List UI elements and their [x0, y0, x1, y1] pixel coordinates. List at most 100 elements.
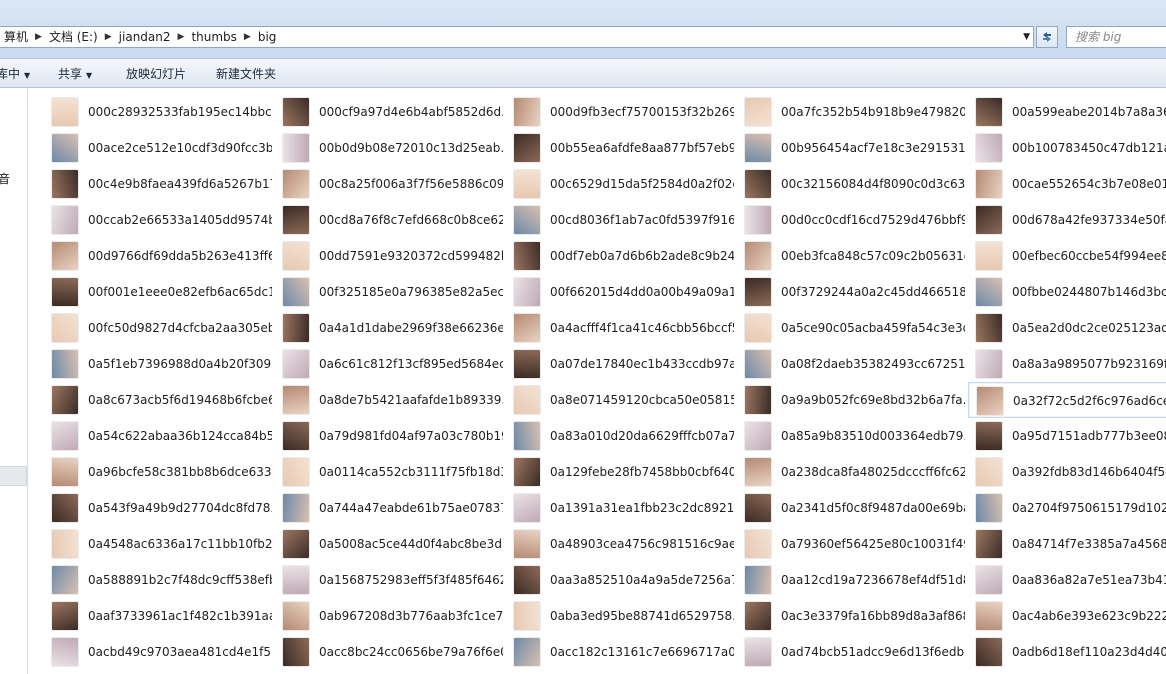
file-item[interactable]: 0a1391a31ea1fbb23c2dc8921...: [506, 490, 734, 526]
file-item[interactable]: 0a4548ac6336a17c11bb10fb2...: [44, 526, 272, 562]
file-item[interactable]: 0a79d981fd04af97a03c780b19...: [275, 418, 503, 454]
breadcrumb-big[interactable]: big: [254, 27, 281, 47]
file-item[interactable]: 0a85a9b83510d003364edb79...: [737, 418, 965, 454]
file-item[interactable]: 000c28932533fab195ec14bbc...: [44, 94, 272, 130]
file-item[interactable]: 0a238dca8fa48025dcccff6fc62...: [737, 454, 965, 490]
file-item[interactable]: 00c6529d15da5f2584d0a2f02c...: [506, 166, 734, 202]
file-item[interactable]: 0a5ce90c05acba459fa54c3e3d...: [737, 310, 965, 346]
file-item[interactable]: 0a744a47eabde61b75ae07837...: [275, 490, 503, 526]
search-input[interactable]: 搜索 big: [1066, 26, 1166, 48]
file-item[interactable]: 0ad74bcb51adcc9e6d13f6edb...: [737, 634, 965, 670]
slideshow-button[interactable]: 放映幻灯片: [126, 65, 186, 82]
file-item[interactable]: 0a9a9b052fc69e8bd32b6a7fa...: [737, 382, 965, 418]
file-item[interactable]: 0a2704f9750615179d102414: [968, 490, 1166, 526]
file-item[interactable]: 0a588891b2c7f48dc9cff538efb...: [44, 562, 272, 598]
file-item[interactable]: 00c4e9b8faea439fd6a5267b17...: [44, 166, 272, 202]
file-item[interactable]: 00c8a25f006a3f7f56e5886c09f...: [275, 166, 503, 202]
organize-menu-button[interactable]: 库中 ▼: [0, 65, 30, 82]
file-item[interactable]: 00cae552654c3b7e08e0102t: [968, 166, 1166, 202]
nav-item-selected[interactable]: [0, 466, 27, 486]
file-item[interactable]: 0acc182c13161c7e6696717a07...: [506, 634, 734, 670]
file-item[interactable]: 0a543f9a49b9d27704dc8fd78...: [44, 490, 272, 526]
file-item[interactable]: 0a4acfff4f1ca41c46cbb56bccf5...: [506, 310, 734, 346]
file-item[interactable]: 0aa3a852510a4a9a5de7256a7...: [506, 562, 734, 598]
file-item[interactable]: 0a129febe28fb7458bb0cbf640...: [506, 454, 734, 490]
file-list[interactable]: 000c28932533fab195ec14bbc... 000cf9a97d4e…: [28, 88, 1166, 674]
breadcrumb-jiandan2[interactable]: jiandan2: [115, 27, 175, 47]
breadcrumb-thumbs[interactable]: thumbs: [187, 27, 240, 47]
file-item[interactable]: 000d9fb3ecf75700153f32b269...: [506, 94, 734, 130]
file-item[interactable]: 00d9766df69dda5b263e413ff6...: [44, 238, 272, 274]
file-item[interactable]: 00d0cc0cdf16cd7529d476bbf9...: [737, 202, 965, 238]
file-item[interactable]: 0a07de17840ec1b433ccdb97a...: [506, 346, 734, 382]
file-item[interactable]: 0a79360ef56425e80c10031f49...: [737, 526, 965, 562]
chevron-right-icon[interactable]: ▶: [241, 27, 254, 47]
file-item[interactable]: 0a5ea2d0dc2ce025123ad83: [968, 310, 1166, 346]
file-item[interactable]: 00a7fc352b54b918b9e479820...: [737, 94, 965, 130]
file-item[interactable]: 0adb6d18ef110a23d4d40d2: [968, 634, 1166, 670]
file-item[interactable]: 00eb3fca848c57c09c2b05631d...: [737, 238, 965, 274]
breadcrumb-drive-e[interactable]: 文档 (E:): [45, 27, 102, 47]
file-item[interactable]: 0a8e071459120cbca50e05815...: [506, 382, 734, 418]
file-item[interactable]: 00cd8a76f8c7efd668c0b8ce62...: [275, 202, 503, 238]
file-item[interactable]: 00c32156084d4f8090c0d3c63f...: [737, 166, 965, 202]
file-item[interactable]: 00df7eb0a7d6b6b2ade8c9b24...: [506, 238, 734, 274]
file-item[interactable]: 00ccab2e66533a1405dd9574b...: [44, 202, 272, 238]
file-item[interactable]: 0a08f2daeb35382493cc67251...: [737, 346, 965, 382]
file-item[interactable]: 0aba3ed95be88741d6529758...: [506, 598, 734, 634]
file-item[interactable]: 0a48903cea4756c981516c9ae...: [506, 526, 734, 562]
share-menu-button[interactable]: 共享 ▼: [58, 65, 92, 82]
file-item[interactable]: 0a5f1eb7396988d0a4b20f309...: [44, 346, 272, 382]
file-item[interactable]: 0acbd49c9703aea481cd4e1f5...: [44, 634, 272, 670]
file-item[interactable]: 00f325185e0a796385e82a5ec2...: [275, 274, 503, 310]
chevron-right-icon[interactable]: ▶: [175, 27, 188, 47]
file-item[interactable]: 00b55ea6afdfe8aa877bf57eb9...: [506, 130, 734, 166]
file-item[interactable]: 0a392fdb83d146b6404f5dd: [968, 454, 1166, 490]
file-item[interactable]: 0acc8bc24cc0656be79a76f6e0...: [275, 634, 503, 670]
file-item[interactable]: 000cf9a97d4e6b4abf5852d6d...: [275, 94, 503, 130]
new-folder-button[interactable]: 新建文件夹: [216, 65, 276, 82]
file-item[interactable]: 0ac3e3379fa16bb89d8a3af868...: [737, 598, 965, 634]
chevron-right-icon[interactable]: ▶: [102, 27, 115, 47]
file-item[interactable]: 00dd7591e9320372cd599482b...: [275, 238, 503, 274]
file-item[interactable]: 0a0114ca552cb3111f75fb18d3...: [275, 454, 503, 490]
file-item[interactable]: 0a6c61c812f13cf895ed5684ec...: [275, 346, 503, 382]
file-item[interactable]: 0a83a010d20da6629fffcb07a7...: [506, 418, 734, 454]
chevron-right-icon[interactable]: ▶: [32, 27, 45, 47]
file-item[interactable]: 00fbbe0244807b146d3bcb6: [968, 274, 1166, 310]
file-item[interactable]: 00efbec60ccbe54f994ee812: [968, 238, 1166, 274]
navigation-pane[interactable]: 音: [0, 88, 28, 674]
file-item[interactable]: 0aaf3733961ac1f482c1b391aa...: [44, 598, 272, 634]
nav-item-label[interactable]: 音: [0, 170, 10, 187]
file-item[interactable]: 0aa836a82a7e51ea73b4163: [968, 562, 1166, 598]
address-bar[interactable]: 算机 ▶ 文档 (E:) ▶ jiandan2 ▶ thumbs ▶ big ▼: [0, 26, 1034, 48]
file-item[interactable]: 00f3729244a0a2c45dd466518...: [737, 274, 965, 310]
file-item[interactable]: 00b0d9b08e72010c13d25eab...: [275, 130, 503, 166]
file-item[interactable]: 00a599eabe2014b7a8a364d: [968, 94, 1166, 130]
file-item[interactable]: 0ab967208d3b776aab3fc1ce7...: [275, 598, 503, 634]
file-item[interactable]: 0a1568752983eff5f3f485f6462f...: [275, 562, 503, 598]
file-item[interactable]: 0a32f72c5d2f6c976ad6cef5b: [968, 382, 1166, 418]
file-item[interactable]: 0a95d7151adb777b3ee0832: [968, 418, 1166, 454]
file-item[interactable]: 0a8a3a9895077b923169f382: [968, 346, 1166, 382]
chevron-down-icon[interactable]: ▼: [1023, 27, 1030, 47]
file-item[interactable]: 0a96bcfe58c381bb8b6dce633...: [44, 454, 272, 490]
file-item[interactable]: 00b100783450c47db121a7f: [968, 130, 1166, 166]
file-item[interactable]: 00f662015d4dd0a00b49a09a1...: [506, 274, 734, 310]
file-item[interactable]: 00ace2ce512e10cdf3d90fcc3b...: [44, 130, 272, 166]
file-item[interactable]: 00f001e1eee0e82efb6ac65dc1...: [44, 274, 272, 310]
file-item[interactable]: 0a8c673acb5f6d19468b6fcbe6...: [44, 382, 272, 418]
file-item[interactable]: 0ac4ab6e393e623c9b222292: [968, 598, 1166, 634]
file-item[interactable]: 0a8de7b5421aafafde1b89339...: [275, 382, 503, 418]
file-item[interactable]: 00b956454acf7e18c3e2915316...: [737, 130, 965, 166]
file-item[interactable]: 0a54c622abaa36b124cca84b5...: [44, 418, 272, 454]
file-item[interactable]: 0a2341d5f0c8f9487da00e69ba...: [737, 490, 965, 526]
file-item[interactable]: 00fc50d9827d4cfcba2aa305eb...: [44, 310, 272, 346]
file-item[interactable]: 00cd8036f1ab7ac0fd5397f916f...: [506, 202, 734, 238]
file-item[interactable]: 00d678a42fe937334e50fa7c: [968, 202, 1166, 238]
breadcrumb-computer[interactable]: 算机: [0, 27, 32, 47]
refresh-button[interactable]: [1036, 26, 1058, 48]
file-item[interactable]: 0a4a1d1dabe2969f38e66236e...: [275, 310, 503, 346]
file-item[interactable]: 0a84714f7e3385a7a4568ebe: [968, 526, 1166, 562]
file-item[interactable]: 0a5008ac5ce44d0f4abc8be3d...: [275, 526, 503, 562]
